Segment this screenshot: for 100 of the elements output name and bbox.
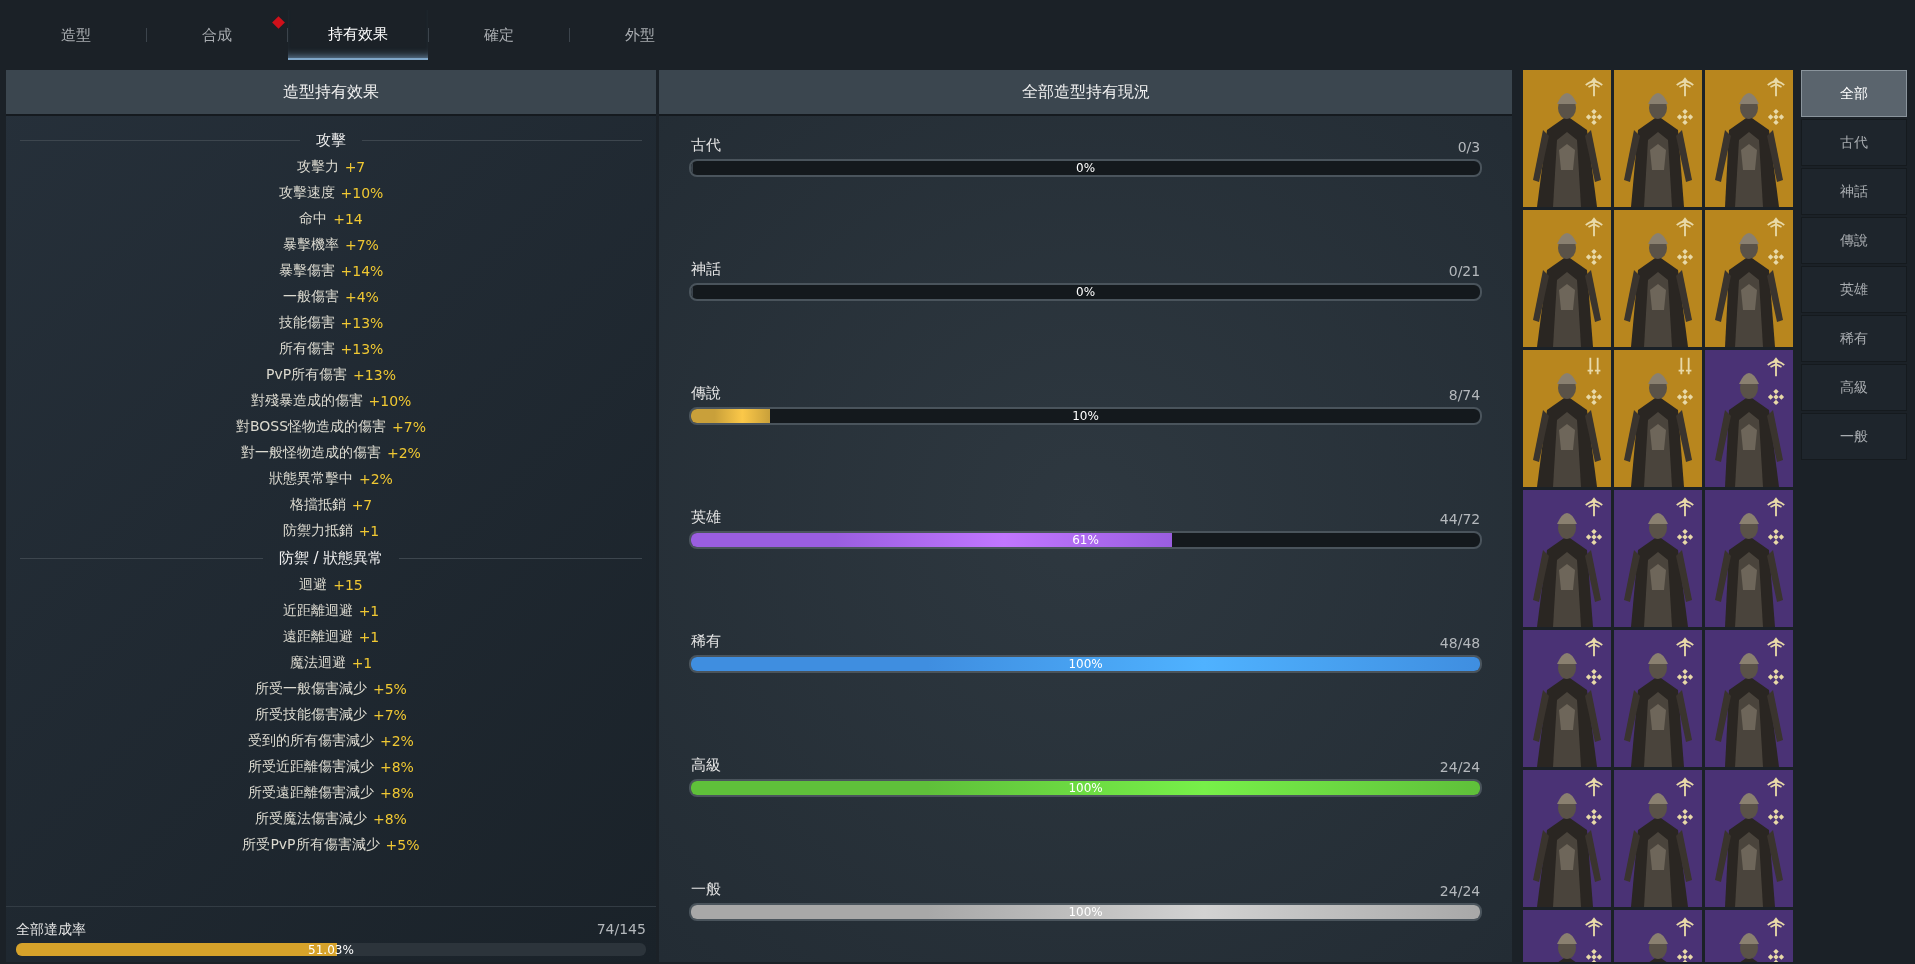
tier-count: 8/74 [1448,387,1481,403]
filter-tab[interactable]: 傳說 [1801,217,1907,264]
tier-count: 0/21 [1448,263,1481,279]
tier-name: 一般 [690,880,721,899]
stat-value: +2% [380,733,414,749]
section-title: 防禦 / 狀態異常 [278,548,384,568]
emblem-icon [1767,248,1786,266]
tier-count: 24/24 [1439,883,1481,899]
tab[interactable]: 持有效果 [288,10,428,60]
stat-name: PvP所有傷害 [265,366,348,384]
tier-name: 神話 [690,260,721,279]
emblem-icon [1676,668,1695,686]
stat-value: +7% [345,237,379,253]
tier-count: 44/72 [1439,511,1481,527]
stat-value: +7 [351,497,373,513]
stat-name: 所受PvP所有傷害減少 [242,836,380,854]
stat-name: 格擋抵銷 [289,496,346,514]
filter-tab[interactable]: 全部 [1801,70,1907,117]
progress-percent: 10% [1071,409,1100,423]
stat-name: 魔法迴避 [289,654,346,672]
emblem-icon [1585,948,1604,962]
total-label: 全部達成率 [16,921,86,939]
emblem-icon [1585,528,1604,546]
stat-value: +13% [340,315,384,331]
stat-value: +1 [358,603,380,619]
progress-percent: 0% [1075,285,1097,299]
progress-percent: 100% [1067,657,1104,671]
emblem-icon [1585,668,1604,686]
emblem-icon [1767,948,1786,962]
emblem-icon [1676,948,1695,962]
tier-name: 稀有 [690,632,721,651]
stat-name: 對殘暴造成的傷害 [250,392,363,410]
stat-name: 所受技能傷害減少 [255,706,367,724]
emblem-icon [1767,108,1786,126]
total-count: 74/145 [596,921,646,939]
filter-tab[interactable]: 英雄 [1801,266,1907,313]
stat-name: 所受遠距離傷害減少 [248,784,374,802]
stat-value: +8% [380,785,414,801]
tier-name: 英雄 [690,508,721,527]
emblem-icon [1585,808,1604,826]
stat-value: +13% [353,367,396,383]
stat-value: +1 [358,523,380,539]
emblem-icon [1676,808,1695,826]
emblem-icon [1767,808,1786,826]
stat-name: 所受一般傷害減少 [255,680,367,698]
stat-value: +13% [340,341,384,357]
tier-count: 24/24 [1439,759,1481,775]
stat-name: 一般傷害 [283,288,339,306]
filter-tab[interactable]: 稀有 [1801,315,1907,362]
filter-tab[interactable]: 一般 [1801,413,1907,460]
stat-name: 攻擊力 [296,158,339,176]
stat-name: 暴擊傷害 [278,262,335,280]
stat-name: 所有傷害 [278,340,335,358]
stat-value: +10% [340,185,384,201]
section-title: 攻擊 [315,130,346,150]
stat-name: 攻擊速度 [278,184,335,202]
stat-name: 遠距離迴避 [282,628,353,646]
stat-name: 狀態異常擊中 [269,470,353,488]
stat-name: 所受近距離傷害減少 [248,758,374,776]
stat-name: 迴避 [299,576,328,594]
stat-value: +7% [392,419,426,435]
stat-value: +14 [333,211,363,227]
stat-name: 對一般怪物造成的傷害 [241,444,381,462]
emblem-icon [1585,248,1604,266]
emblem-icon [1767,388,1786,406]
progress-percent: 61% [1071,533,1100,547]
filter-tab[interactable]: 神話 [1801,168,1907,215]
stat-value: +10% [368,393,412,409]
stat-value: +1 [358,629,380,645]
filter-tab[interactable]: 古代 [1801,119,1907,166]
emblem-icon [1585,108,1604,126]
emblem-icon [1585,388,1604,406]
panel-title: 造型持有效果 [6,70,656,116]
stat-value: +5% [385,837,420,853]
stat-name: 所受魔法傷害減少 [255,810,367,828]
tier-count: 48/48 [1439,635,1481,651]
stat-value: +8% [380,759,414,775]
tab[interactable]: 確定 [429,10,569,60]
stat-value: +5% [373,681,407,697]
stat-value: +2% [359,471,393,487]
stat-value: +2% [387,445,421,461]
emblem-icon [1767,528,1786,546]
stat-value: +15 [333,577,363,593]
emblem-icon [1676,528,1695,546]
tier-name: 傳說 [690,384,721,403]
tab[interactable]: 造型 [6,10,146,60]
stat-value: +8% [373,811,407,827]
emblem-icon [1676,108,1695,126]
tab[interactable]: 外型 [570,10,710,60]
tier-count: 0/3 [1457,139,1481,155]
filter-tab[interactable]: 高級 [1801,364,1907,411]
tab[interactable]: 合成 [147,10,287,60]
emblem-icon [1676,388,1695,406]
panel-title: 全部造型持有現況 [658,70,1513,116]
stat-name: 命中 [299,210,328,228]
stat-name: 暴擊機率 [283,236,339,254]
stat-name: 對BOSS怪物造成的傷害 [235,418,387,436]
progress-percent: 0% [1075,161,1097,175]
stat-name: 防禦力抵銷 [282,522,353,540]
progress-percent: 100% [1067,781,1104,795]
